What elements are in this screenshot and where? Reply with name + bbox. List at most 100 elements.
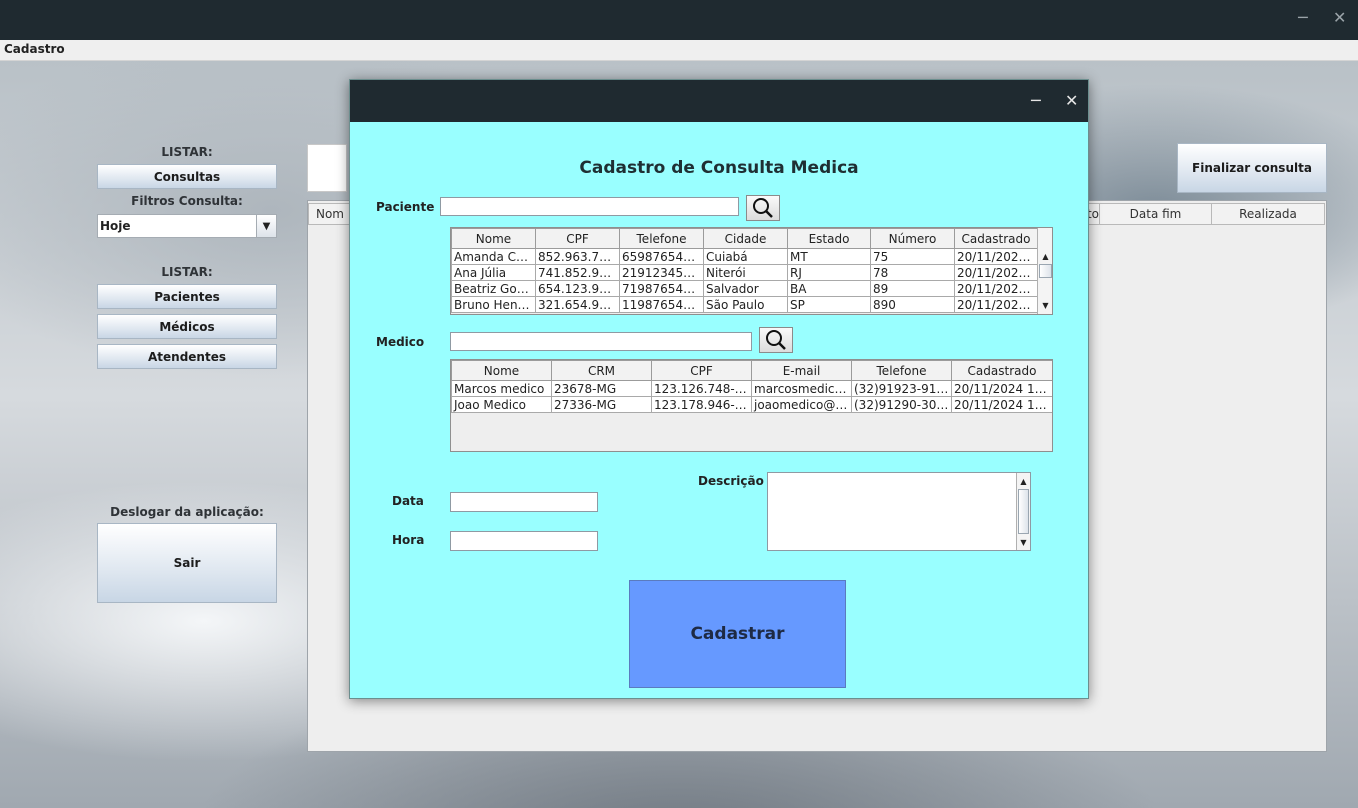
paciente-table-cell: 741.852.963...: [535, 264, 620, 281]
scroll-thumb[interactable]: [1039, 264, 1052, 278]
cadastrar-button[interactable]: Cadastrar: [629, 580, 846, 688]
listar-label-2: LISTAR:: [161, 265, 213, 279]
medico-table-row[interactable]: Joao Medico 27336-MG 123.178.946-37 joaomed…: [451, 396, 1052, 413]
paciente-table-cell: 89: [870, 280, 955, 297]
paciente-table-cell: SP: [787, 296, 871, 313]
main-search-field[interactable]: [307, 144, 347, 192]
dialog-titlebar: ─ ✕: [350, 80, 1088, 122]
medico-column-header[interactable]: E-mail: [751, 360, 852, 381]
sair-button[interactable]: Sair: [97, 523, 277, 603]
medico-table-cell: 20/11/2024 14:...: [951, 380, 1052, 397]
data-label: Data: [392, 494, 424, 508]
paciente-label: Paciente: [376, 200, 435, 214]
scroll-down-icon[interactable]: ▼: [1017, 534, 1030, 550]
medico-table-cell: 20/11/2024 14:...: [951, 396, 1052, 413]
scroll-up-icon[interactable]: ▲: [1017, 473, 1030, 489]
medico-column-header[interactable]: CRM: [551, 360, 652, 381]
column-header-realizada[interactable]: Realizada: [1211, 203, 1325, 225]
paciente-table-cell: 852.963.741...: [535, 248, 620, 265]
medico-column-header[interactable]: Nome: [451, 360, 552, 381]
finalizar-consulta-button[interactable]: Finalizar consulta: [1177, 143, 1327, 193]
paciente-table-cell: São Paulo: [703, 296, 788, 313]
column-header-nome[interactable]: Nom: [308, 203, 352, 225]
paciente-table-cell: 11987654329: [619, 296, 704, 313]
search-icon: [766, 330, 786, 350]
paciente-table-cell: 71987654319: [619, 280, 704, 297]
paciente-table-cell: 78: [870, 264, 955, 281]
paciente-table-cell: Amanda Cas...: [451, 248, 536, 265]
close-icon[interactable]: ✕: [1333, 8, 1346, 27]
paciente-column-header[interactable]: Nome: [451, 228, 536, 249]
medicos-grid: Nome CRM CPF E-mail Telefone Cadastrado Marco…: [451, 360, 1052, 413]
hora-input[interactable]: [450, 531, 598, 551]
paciente-table-cell: 20/11/2024 ...: [954, 248, 1038, 265]
medico-column-header[interactable]: Telefone: [851, 360, 952, 381]
paciente-column-header[interactable]: Cidade: [703, 228, 788, 249]
paciente-table-cell: Beatriz Gonç...: [451, 280, 536, 297]
paciente-table-row[interactable]: Bruno Henri... 321.654.987... 11987654329 S…: [451, 296, 1038, 313]
paciente-table-cell: 890: [870, 296, 955, 313]
filtro-select[interactable]: Hoje ▼: [97, 214, 277, 238]
descricao-textarea[interactable]: ▲ ▼: [767, 472, 1031, 551]
paciente-table-row[interactable]: Amanda Cas... 852.963.741... 65987654321 Cu…: [451, 248, 1038, 265]
medico-column-header[interactable]: Cadastrado: [951, 360, 1052, 381]
paciente-table-cell: 21912345678: [619, 264, 704, 281]
menu-title[interactable]: Cadastro: [4, 42, 65, 56]
chevron-down-icon[interactable]: ▼: [256, 215, 276, 237]
paciente-table-row[interactable]: Beatriz Gonç... 654.123.987... 71987654319…: [451, 280, 1038, 297]
deslogar-label: Deslogar da aplicação:: [110, 505, 264, 519]
paciente-search-button[interactable]: [746, 195, 780, 221]
paciente-column-header[interactable]: Número: [870, 228, 955, 249]
paciente-table-cell: Niterói: [703, 264, 788, 281]
pacientes-button[interactable]: Pacientes: [97, 284, 277, 309]
descricao-label: Descrição: [698, 474, 764, 488]
paciente-table-cell: RJ: [787, 264, 871, 281]
paciente-table-cell: Ana Júlia: [451, 264, 536, 281]
paciente-column-header[interactable]: Cadastrado: [954, 228, 1038, 249]
paciente-table-row[interactable]: Ana Júlia 741.852.963... 21912345678 Niteró…: [451, 264, 1038, 281]
pacientes-grid: Nome CPF Telefone Cidade Estado Número Cadastr…: [451, 228, 1038, 313]
listar-label: LISTAR:: [161, 145, 213, 159]
descricao-scrollbar[interactable]: ▲ ▼: [1016, 473, 1030, 550]
filtro-selected-value: Hoje: [100, 219, 131, 233]
medico-table-cell: 123.126.748-91: [651, 380, 752, 397]
medico-table-cell: Joao Medico: [451, 396, 552, 413]
medicos-table: Nome CRM CPF E-mail Telefone Cadastrado Marco…: [450, 359, 1053, 452]
medico-table-cell: 27336-MG: [551, 396, 652, 413]
paciente-table-cell: 654.123.987...: [535, 280, 620, 297]
consultas-button[interactable]: Consultas: [97, 164, 277, 189]
paciente-table-cell: 65987654321: [619, 248, 704, 265]
scroll-up-icon[interactable]: ▲: [1038, 248, 1052, 264]
atendentes-button[interactable]: Atendentes: [97, 344, 277, 369]
medico-table-row[interactable]: Marcos medico 23678-MG 123.126.748-91 marco…: [451, 380, 1052, 397]
paciente-table-cell: 20/11/2024 ...: [954, 280, 1038, 297]
paciente-column-header[interactable]: Estado: [787, 228, 871, 249]
dialog-title: Cadastro de Consulta Medica: [579, 158, 859, 178]
column-header-data-fim[interactable]: Data fim: [1099, 203, 1212, 225]
scroll-thumb[interactable]: [1018, 489, 1029, 534]
paciente-table-cell: 20/11/2024 ...: [954, 296, 1038, 313]
close-icon[interactable]: ✕: [1065, 91, 1078, 110]
data-input[interactable]: [450, 492, 598, 512]
pacientes-table: Nome CPF Telefone Cidade Estado Número Cadastr…: [450, 227, 1053, 315]
pacientes-scrollbar[interactable]: ▲ ▼: [1037, 228, 1052, 314]
paciente-table-cell: Cuiabá: [703, 248, 788, 265]
medico-table-cell: 23678-MG: [551, 380, 652, 397]
paciente-table-cell: MT: [787, 248, 871, 265]
paciente-table-cell: 75: [870, 248, 955, 265]
paciente-column-header[interactable]: CPF: [535, 228, 620, 249]
minimize-icon[interactable]: ─: [1031, 91, 1041, 110]
paciente-search-input[interactable]: [440, 197, 739, 216]
paciente-table-cell: BA: [787, 280, 871, 297]
medico-search-input[interactable]: [450, 332, 752, 351]
filtros-label: Filtros Consulta:: [131, 194, 243, 208]
scroll-down-icon[interactable]: ▼: [1038, 297, 1052, 313]
medico-table-cell: marcosmedico...: [751, 380, 852, 397]
medico-search-button[interactable]: [759, 327, 793, 353]
medico-column-header[interactable]: CPF: [651, 360, 752, 381]
medico-label: Medico: [376, 335, 425, 349]
minimize-icon[interactable]: ─: [1298, 8, 1308, 27]
search-icon: [753, 198, 773, 218]
paciente-column-header[interactable]: Telefone: [619, 228, 704, 249]
medicos-button[interactable]: Médicos: [97, 314, 277, 339]
